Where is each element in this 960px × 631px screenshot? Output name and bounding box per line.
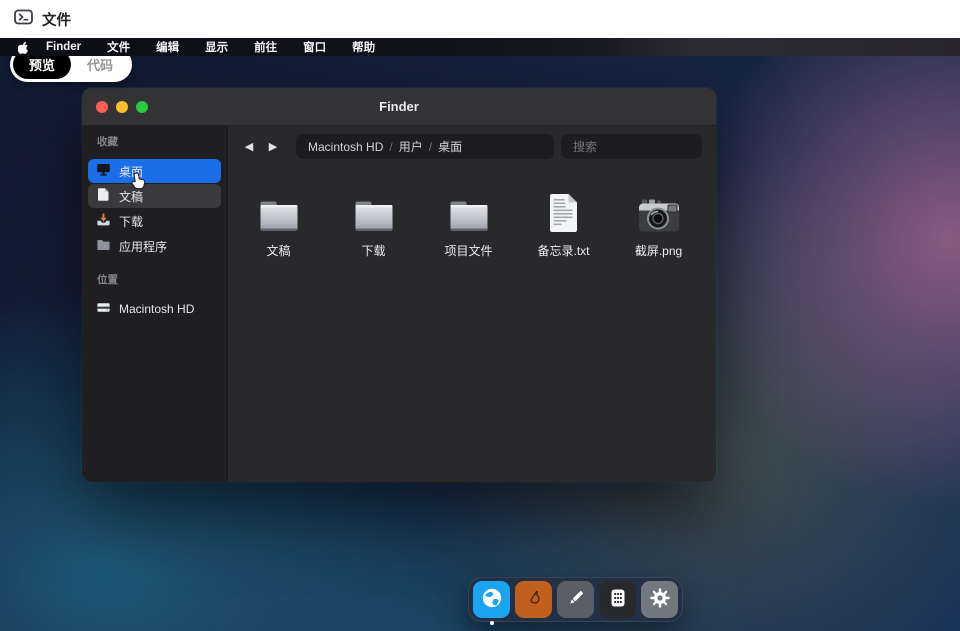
hard-drive-icon (96, 300, 111, 318)
finder-toolbar: ◀ ▶ Macintosh HD / 用户 / 桌面 (228, 126, 716, 159)
finder-window: Finder 收藏 桌面 文稿 (82, 88, 716, 482)
file-name: 项目文件 (444, 242, 492, 259)
sidebar-item-downloads[interactable]: 下载 (88, 209, 221, 233)
breadcrumb-separator: / (389, 140, 392, 154)
breadcrumb-root[interactable]: Macintosh HD (308, 140, 383, 154)
window-title: Finder (379, 99, 419, 114)
menu-item-file[interactable]: 文件 (107, 39, 130, 55)
menu-item-edit[interactable]: 编辑 (156, 39, 179, 55)
view-mode-toggle: 预览 代码 (10, 56, 132, 82)
breadcrumb[interactable]: Macintosh HD / 用户 / 桌面 (296, 134, 554, 159)
folder-icon (449, 193, 489, 233)
folder-icon (259, 193, 299, 233)
breadcrumb-desktop[interactable]: 桌面 (438, 138, 462, 155)
file-grid: 文稿 下载 项目文件 (228, 159, 716, 259)
app-header: 文件 (0, 0, 960, 38)
sidebar-item-label: 应用程序 (119, 238, 167, 255)
tab-preview[interactable]: 预览 (13, 56, 71, 79)
grid-icon (607, 587, 629, 612)
sidebar-item-label: Macintosh HD (119, 302, 194, 316)
mac-menu-bar: Finder 文件 编辑 显示 前往 窗口 帮助 (0, 38, 960, 56)
download-tray-icon (96, 212, 111, 230)
dock-item-browser[interactable] (473, 581, 510, 618)
file-item-project-folder[interactable]: 项目文件 (421, 193, 516, 259)
text-file-icon (548, 193, 579, 233)
file-name: 备忘录.txt (537, 242, 589, 259)
camera-file-icon (638, 193, 680, 233)
sketch-glyph-icon (523, 587, 545, 612)
dock-item-launcher[interactable] (599, 581, 636, 618)
gear-icon (649, 587, 671, 612)
close-button[interactable] (96, 101, 108, 113)
sidebar-item-desktop[interactable]: 桌面 (88, 159, 221, 183)
menu-item-view[interactable]: 显示 (205, 39, 228, 55)
file-name: 下载 (361, 242, 385, 259)
tab-code[interactable]: 代码 (71, 56, 129, 79)
forward-button[interactable]: ▶ (265, 140, 281, 153)
file-window-icon (14, 9, 33, 30)
menu-item-window[interactable]: 窗口 (303, 39, 326, 55)
sidebar-item-label: 文稿 (119, 188, 143, 205)
file-item-downloads-folder[interactable]: 下载 (326, 193, 421, 259)
sidebar-section-favorites: 收藏 (97, 134, 221, 149)
file-item-memo-txt[interactable]: 备忘录.txt (516, 193, 611, 259)
minimize-button[interactable] (116, 101, 128, 113)
document-icon (96, 187, 111, 205)
sidebar-section-locations: 位置 (97, 272, 221, 287)
finder-content: ◀ ▶ Macintosh HD / 用户 / 桌面 (227, 126, 716, 482)
file-item-documents-folder[interactable]: 文稿 (231, 193, 326, 259)
desktop-icon (96, 162, 111, 180)
sidebar-item-label: 下载 (119, 213, 143, 230)
back-button[interactable]: ◀ (241, 140, 257, 153)
menu-item-help[interactable]: 帮助 (352, 39, 375, 55)
traffic-lights (96, 101, 148, 113)
sidebar-item-documents[interactable]: 文稿 (88, 184, 221, 208)
zoom-button[interactable] (136, 101, 148, 113)
window-titlebar[interactable]: Finder (82, 88, 716, 126)
dock-item-design-app[interactable] (515, 581, 552, 618)
folder-icon (354, 193, 394, 233)
globe-icon (481, 587, 503, 612)
sidebar-item-applications[interactable]: 应用程序 (88, 234, 221, 258)
dock-item-settings[interactable] (641, 581, 678, 618)
finder-sidebar: 收藏 桌面 文稿 下载 (82, 126, 227, 482)
search-input[interactable] (561, 134, 702, 159)
folder-icon (96, 237, 111, 255)
breadcrumb-separator: / (429, 140, 432, 154)
menu-item-go[interactable]: 前往 (254, 39, 277, 55)
file-item-screenshot-png[interactable]: 截屏.png (611, 193, 706, 259)
active-indicator-dot (490, 621, 494, 625)
page-title: 文件 (42, 9, 71, 30)
sidebar-item-label: 桌面 (119, 163, 143, 180)
file-name: 截屏.png (635, 242, 682, 259)
sidebar-item-macintosh-hd[interactable]: Macintosh HD (88, 297, 221, 321)
pencil-icon (565, 587, 587, 612)
menu-item-finder[interactable]: Finder (46, 41, 81, 53)
breadcrumb-users[interactable]: 用户 (399, 138, 423, 155)
apple-icon[interactable] (18, 40, 29, 54)
dock (468, 577, 683, 622)
desktop-wallpaper: 预览 代码 Finder 收藏 桌面 (0, 56, 960, 631)
dock-item-editor[interactable] (557, 581, 594, 618)
file-name: 文稿 (266, 242, 290, 259)
